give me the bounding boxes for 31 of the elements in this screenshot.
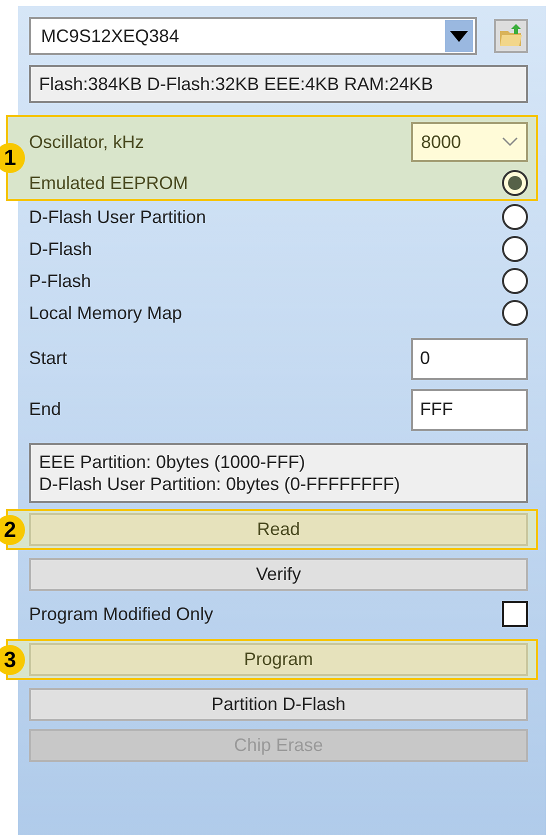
checkbox[interactable]: [502, 601, 528, 627]
action-button[interactable]: Verify: [29, 558, 528, 591]
oscillator-select[interactable]: 8000: [411, 122, 528, 162]
range-label: End: [29, 399, 62, 420]
chevron-down-icon: [502, 137, 518, 147]
action-button[interactable]: Program: [29, 643, 528, 676]
radio-button[interactable]: [502, 170, 528, 196]
callout-badge: 2: [0, 514, 25, 544]
checkbox-label: Program Modified Only: [29, 604, 214, 624]
radio-button[interactable]: [502, 268, 528, 294]
partition-info: EEE Partition: 0bytes (1000-FFF) D-Flash User Partition: 0bytes (0-FFFFFFFF): [29, 443, 528, 503]
callout-badge: 1: [0, 143, 25, 173]
oscillator-label: Oscillator, kHz: [29, 132, 144, 152]
callout-badge: 3: [0, 644, 25, 674]
option-label: D-Flash: [29, 238, 92, 260]
option-label: P-Flash: [29, 270, 92, 292]
caret-down-icon: [450, 30, 468, 42]
action-button[interactable]: Partition D-Flash: [29, 688, 528, 721]
memory-info: Flash:384KB D-Flash:32KB EEE:4KB RAM:24KB: [29, 65, 528, 103]
radio-button[interactable]: [502, 236, 528, 262]
range-label: Start: [29, 348, 68, 369]
radio-button[interactable]: [502, 204, 528, 230]
radio-button[interactable]: [502, 300, 528, 326]
address-field[interactable]: 0: [411, 338, 528, 380]
address-field[interactable]: FFF: [411, 388, 528, 430]
folder-icon: [498, 23, 524, 49]
option-label: Local Memory Map: [29, 302, 182, 324]
device-dropdown[interactable]: MC9S12XEQ384: [29, 17, 477, 55]
option-label: D-Flash User Partition: [29, 206, 206, 228]
option-label: Emulated EEPROM: [29, 172, 188, 194]
action-button[interactable]: Read: [29, 513, 528, 546]
